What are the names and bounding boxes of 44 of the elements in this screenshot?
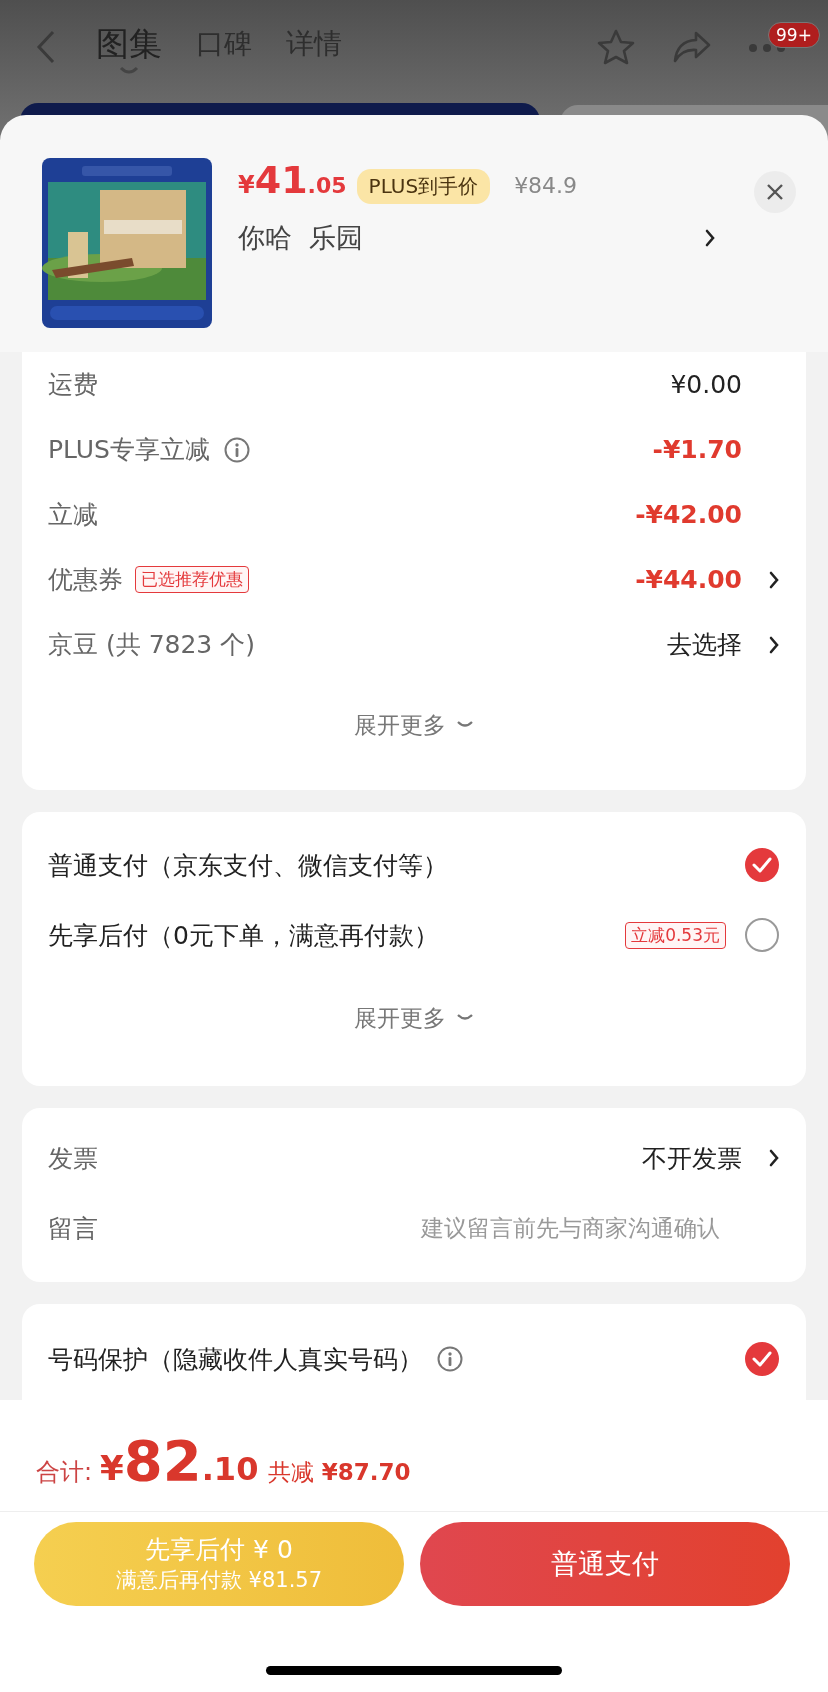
checked-radio-icon[interactable]: [744, 847, 780, 883]
original-price: ¥84.9: [514, 173, 578, 198]
fee-value: -¥1.70: [652, 435, 742, 464]
spec-selector[interactable]: 你哈 乐园: [238, 220, 704, 256]
fee-label: 优惠券: [48, 564, 123, 596]
fee-value: ¥0.00: [670, 370, 742, 399]
fee-label: 运费: [48, 369, 98, 401]
plus-price-tag: PLUS到手价: [356, 168, 491, 204]
message-field[interactable]: 建议留言前先与商家沟通确认: [300, 1215, 720, 1241]
message-label: 留言: [48, 1212, 98, 1245]
total-price: ¥82.10: [100, 1428, 259, 1493]
privacy-label: 号码保护（隐藏收件人真实号码）: [48, 1343, 423, 1376]
chevron-down-icon: [456, 1013, 474, 1023]
fee-label: PLUS专享立减: [48, 434, 210, 466]
tab[interactable]: 图集: [96, 22, 162, 76]
price: ¥41.05: [238, 158, 347, 202]
discount-tag: 立减0.53元: [625, 921, 726, 949]
invoice-value[interactable]: 不开发票: [642, 1141, 742, 1175]
saved-amount: 共减 ¥87.70: [268, 1458, 411, 1487]
close-button[interactable]: [754, 171, 796, 213]
chevron-right-icon: [704, 228, 716, 248]
invoice-label: 发票: [48, 1142, 98, 1175]
total-label: 合计:: [36, 1457, 93, 1488]
coupon-tag: 已选推荐优惠: [135, 566, 249, 593]
info-icon[interactable]: [437, 1346, 463, 1372]
chevron-right-icon: [768, 1148, 780, 1168]
chevron-down-icon: [456, 720, 474, 730]
notification-badge: 99+: [768, 21, 820, 48]
fee-value[interactable]: 去选择: [667, 628, 742, 661]
info-icon[interactable]: [223, 436, 250, 463]
checked-radio-icon[interactable]: [744, 1341, 780, 1377]
payment-option[interactable]: 先享后付（0元下单，满意再付款）: [48, 918, 439, 952]
fee-value: -¥42.00: [635, 500, 742, 529]
fee-value[interactable]: -¥44.00: [635, 565, 742, 594]
chevron-down-icon: [118, 66, 140, 76]
close-icon[interactable]: [766, 183, 784, 201]
expand-more-button[interactable]: 展开更多: [48, 677, 780, 773]
pay-button[interactable]: 普通支付: [420, 1522, 790, 1606]
expand-more-button[interactable]: 展开更多: [48, 970, 780, 1066]
radio-icon[interactable]: [744, 917, 780, 953]
star-icon[interactable]: [596, 28, 636, 66]
fee-label: 京豆 (共 7823 个): [48, 629, 255, 661]
payment-option[interactable]: 普通支付（京东支付、微信支付等）: [48, 848, 448, 882]
fee-label: 立减: [48, 499, 98, 531]
